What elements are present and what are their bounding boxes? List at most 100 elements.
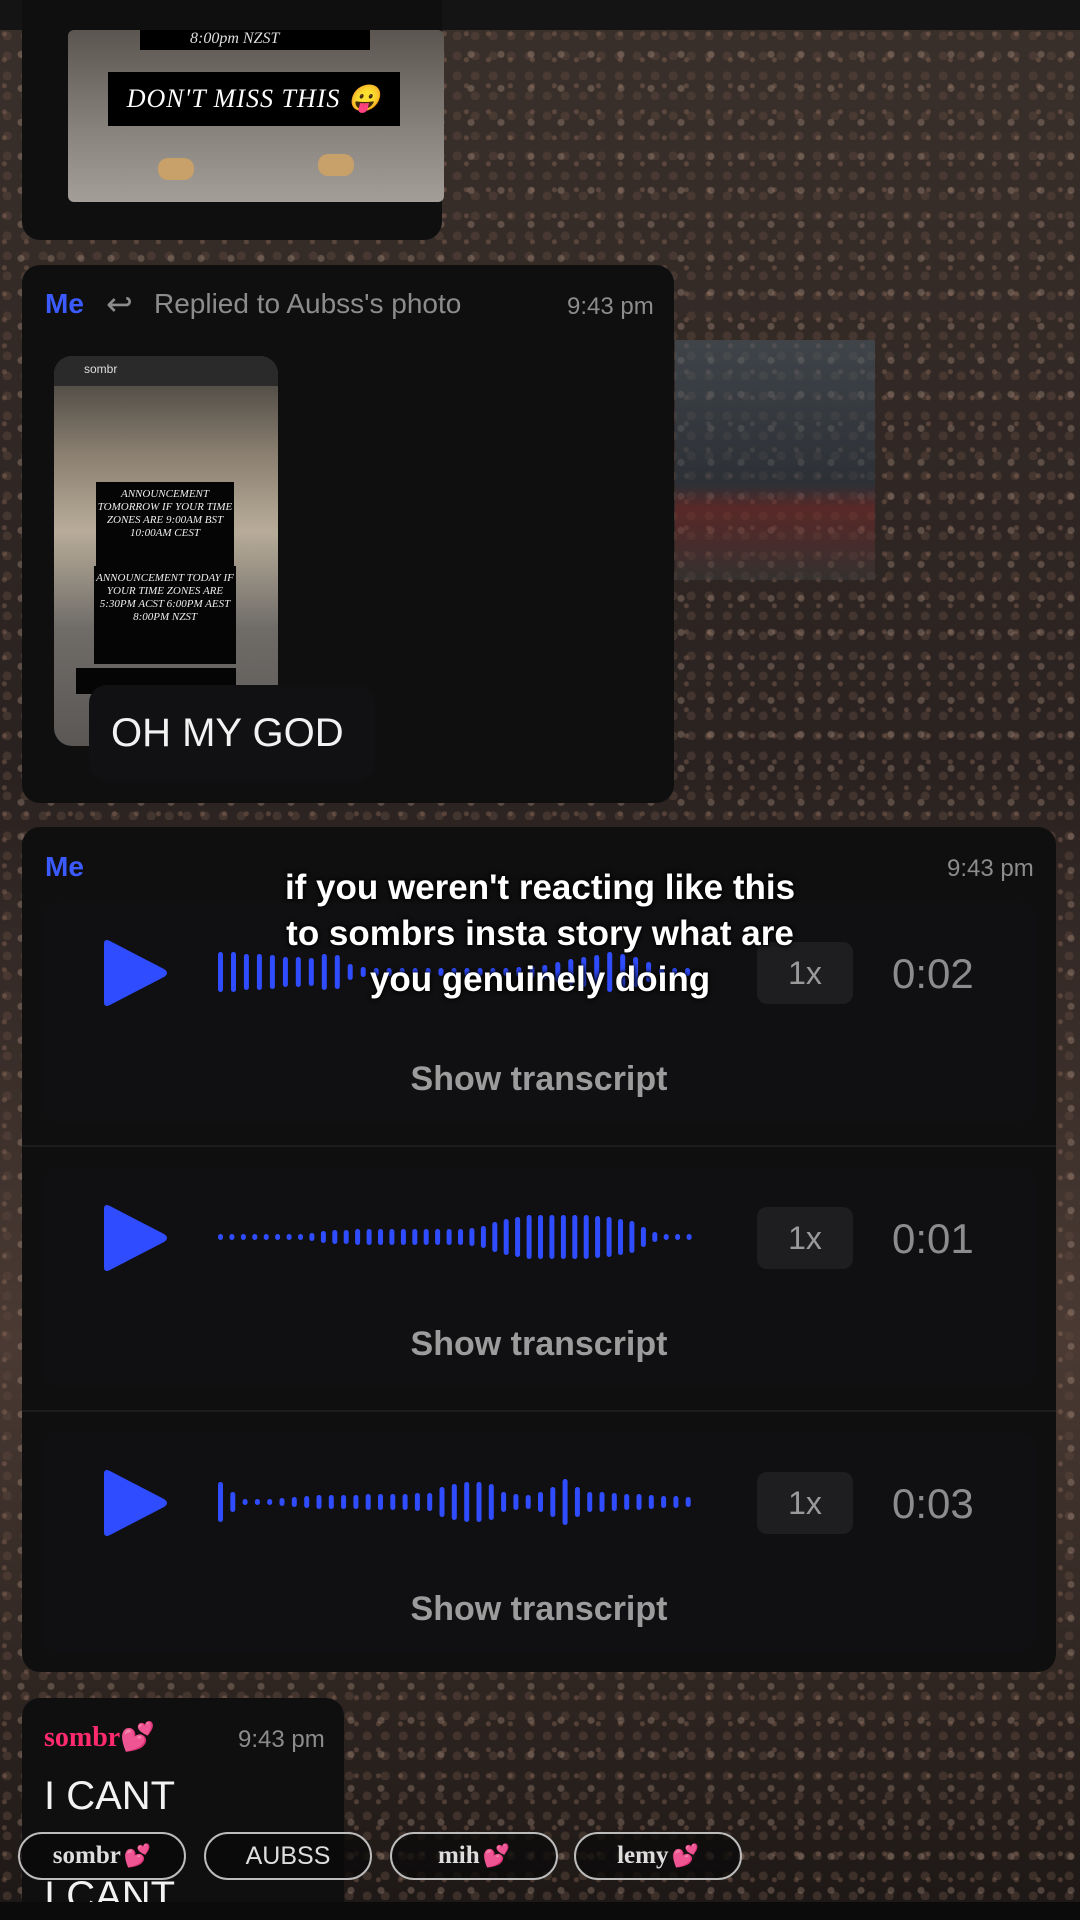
dont-miss-banner: DON'T MISS THIS 😛 [108, 72, 400, 126]
reply-text: OH MY GOD [89, 685, 375, 781]
chip-lemy[interactable]: lemy 💕 [574, 1832, 742, 1880]
waveform-bar [526, 1215, 532, 1259]
waveform-bar [353, 1495, 359, 1509]
sender-label: Me [45, 288, 84, 319]
waveform-bar [652, 1232, 658, 1242]
waveform-bar [231, 952, 236, 992]
waveform-bar [390, 1494, 396, 1510]
duration: 0:01 [892, 1215, 974, 1262]
waveform-bar [538, 1215, 543, 1259]
waveform-bar [583, 1215, 589, 1259]
waveform-bar [291, 1497, 297, 1507]
play-icon[interactable] [100, 1203, 170, 1273]
sender-label: sombr💕 [44, 1722, 156, 1753]
waveform-bar [685, 1497, 691, 1507]
divider [22, 1410, 1056, 1412]
waveform-bar [549, 1215, 555, 1259]
waveform-bar [464, 1482, 470, 1522]
playback-speed-button[interactable]: 1x [757, 1207, 853, 1269]
waveform-bar [355, 1229, 361, 1245]
message-time: 9:43 pm [567, 293, 654, 320]
playback-speed-button[interactable]: 1x [757, 1472, 853, 1534]
waveform-bar [686, 1234, 692, 1240]
waveform-bar [230, 1492, 236, 1512]
waveform-bar [550, 1487, 556, 1517]
story-account: sombr [84, 362, 118, 376]
waveform-bar [298, 1234, 303, 1240]
waveform-bar [663, 1234, 669, 1240]
reply-message: Me ↩ Replied to Aubss's photo 9:43 pm so… [22, 265, 674, 803]
waveform[interactable] [218, 1472, 698, 1532]
play-icon[interactable] [100, 938, 170, 1008]
waveform-bar [538, 1492, 543, 1512]
waveform-bar [595, 1216, 601, 1258]
voice-note: 1x 0:01 Show transcript [42, 1167, 1036, 1387]
story-text-box-2: ANNOUNCEMENT TODAY IF YOUR TIME ZONES AR… [94, 566, 236, 664]
show-transcript-button[interactable]: Show transcript [42, 1325, 1036, 1364]
waveform-bar [240, 1234, 246, 1240]
show-transcript-button[interactable]: Show transcript [42, 1060, 1036, 1099]
waveform-bar [389, 1229, 395, 1245]
waveform-bar [624, 1494, 630, 1510]
waveform-bar [427, 1493, 433, 1511]
waveform-bar [492, 1222, 498, 1252]
waveform-bar [640, 1227, 646, 1247]
waveform-bar [469, 1228, 475, 1246]
sombr-message: sombr💕 9:43 pm I CANT I CANT [22, 1698, 344, 1920]
divider [22, 1145, 1056, 1147]
waveform-bar [304, 1496, 310, 1508]
sender-label: Me [45, 851, 84, 882]
waveform-bar [587, 1492, 593, 1512]
reply-arrow-icon: ↩ [106, 286, 133, 322]
waveform-bar [611, 1493, 617, 1511]
waveform-bar [675, 1234, 681, 1240]
waveform-bar [279, 1498, 285, 1506]
waveform-bar [400, 1229, 406, 1245]
message-time: 9:43 pm [947, 855, 1034, 882]
waveform-bar [243, 954, 249, 990]
video-caption: if you weren't reacting like this to som… [284, 868, 796, 999]
waveform-bar [402, 1494, 408, 1510]
waveform-bar [435, 1229, 441, 1245]
chip-sombr[interactable]: sombr 💕 [18, 1832, 186, 1880]
message-line: I CANT [44, 1774, 176, 1818]
story-time-line: 8:00pm NZST [190, 30, 280, 47]
waveform-bar [332, 1230, 338, 1244]
chip-aubss[interactable]: AUBSS [204, 1832, 372, 1880]
duration: 0:03 [892, 1480, 974, 1527]
waveform-bar [501, 1492, 507, 1512]
waveform[interactable] [218, 1207, 698, 1267]
play-icon[interactable] [100, 1468, 170, 1538]
waveform-bar [629, 1221, 635, 1253]
waveform-bar [476, 1482, 482, 1522]
voice-note: 1x 0:03 Show transcript [42, 1432, 1036, 1652]
waveform-bar [673, 1496, 679, 1508]
waveform-bar [488, 1484, 494, 1520]
waveform-bar [560, 1215, 566, 1259]
waveform-bar [439, 1487, 445, 1517]
waveform-bar [254, 1499, 260, 1505]
waveform-bar [572, 1215, 578, 1259]
waveform-bar [309, 1233, 315, 1241]
waveform-bar [365, 1494, 371, 1510]
waveform-bar [218, 1482, 223, 1522]
waveform-bar [574, 1487, 580, 1517]
waveform-bar [328, 1495, 334, 1509]
waveform-bar [423, 1229, 429, 1245]
waveform-bar [343, 1230, 349, 1244]
waveform-bar [606, 1217, 612, 1257]
waveform-bar [451, 1484, 457, 1520]
duration: 0:02 [892, 950, 974, 997]
story-text-box-1: ANNOUNCEMENT TOMORROW IF YOUR TIME ZONES… [96, 482, 234, 566]
chip-mih[interactable]: mih 💕 [390, 1832, 558, 1880]
story-photo-preview[interactable]: 8:00pm NZST DON'T MISS THIS 😛 [68, 30, 444, 202]
waveform-bar [229, 1234, 235, 1240]
waveform-bar [562, 1479, 568, 1525]
previous-photo-message: 8:00pm NZST DON'T MISS THIS 😛 [22, 0, 444, 240]
waveform-bar [341, 1495, 347, 1509]
waveform-bar [378, 1494, 383, 1510]
waveform-bar [480, 1226, 486, 1248]
waveform-bar [378, 1229, 383, 1245]
waveform-bar [218, 952, 223, 992]
show-transcript-button[interactable]: Show transcript [42, 1590, 1036, 1629]
